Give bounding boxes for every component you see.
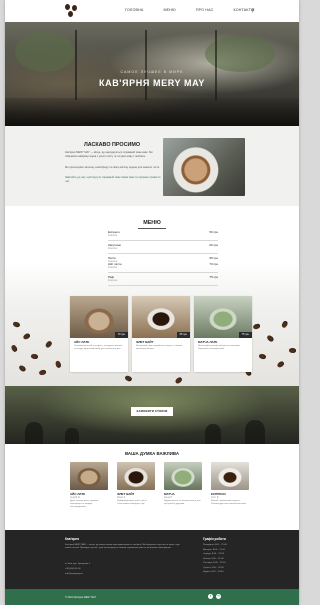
menu-item-sub: Класика bbox=[108, 234, 118, 237]
footer-hours-title: Графік роботи bbox=[203, 537, 226, 541]
card-price: 75 грн bbox=[238, 332, 252, 338]
card-title: МАТЧА ЛАТЕ bbox=[198, 340, 218, 344]
facebook-icon[interactable]: f bbox=[208, 594, 213, 599]
welcome-highlight: Завітайте до нас, щоб відчути справжній … bbox=[65, 176, 161, 183]
review-card: ЕСПРЕСО Олег В. Міцний і ароматний еспре… bbox=[211, 462, 249, 506]
footer-about-title: Кав'ярня bbox=[65, 537, 80, 541]
footer-about-text: Кав'ярня MERY MAY — місце, де кожна чашк… bbox=[65, 544, 180, 549]
review-author: Олег В. bbox=[211, 496, 220, 499]
card-price: 65 грн bbox=[176, 332, 190, 338]
review-title: ФЛЕТ ВАЙТ bbox=[117, 492, 135, 496]
menu-item-price: 65 грн bbox=[209, 256, 218, 260]
menu-item-sub: Класика bbox=[108, 279, 118, 282]
review-title: МАТЧА bbox=[164, 492, 175, 496]
footer: Кав'ярня Кав'ярня MERY MAY — місце, де к… bbox=[5, 530, 299, 589]
hours-row: Середа: 8:00 – 21:00 bbox=[203, 553, 225, 555]
review-card: МАТЧА Ірина П. Чудова матча та затишне м… bbox=[164, 462, 202, 506]
review-image bbox=[70, 462, 108, 490]
coffee-cup-image bbox=[163, 138, 245, 196]
instagram-icon[interactable]: ig bbox=[216, 594, 221, 599]
review-card: АЙС ЛАТЕ Андрій Ш. Дуже смачна кава, при… bbox=[70, 462, 108, 509]
top-nav: ГОЛОВНА МЕНЮ ПРО НАС КОНТАКТИ ⚲ bbox=[5, 0, 299, 22]
hours-row: П'ятниця: 8:00 – 22:00 bbox=[203, 562, 226, 564]
hours-row: Субота: 9:00 – 22:00 bbox=[203, 566, 224, 569]
menu-item-sub: Класика bbox=[108, 247, 118, 250]
card-title: АЙС ЛАТЕ bbox=[74, 340, 90, 344]
copyright: © 2024 Кав'ярня MERY MAY bbox=[65, 596, 97, 599]
footer-email[interactable]: info@merymay.ua bbox=[65, 573, 83, 575]
reviews-section: ВАША ДУМКА ВАЖЛИВА АЙС ЛАТЕ Андрій Ш. Ду… bbox=[5, 444, 299, 530]
review-author: Андрій Ш. bbox=[70, 496, 81, 499]
featured-card[interactable]: 65 грн ФЛЕТ ВАЙТ Насичений смак подвійно… bbox=[132, 296, 190, 372]
nav-link-home[interactable]: ГОЛОВНА bbox=[125, 8, 143, 12]
review-image bbox=[211, 462, 249, 490]
card-description: Освіжаючий напій з еспресо, холодного мо… bbox=[74, 345, 123, 350]
nav-link-menu[interactable]: МЕНЮ bbox=[163, 8, 175, 12]
footer-address: м. Київ, вул. Хрещатик, 1 bbox=[65, 563, 91, 565]
review-text: Чудова матча та затишне місце для зустрі… bbox=[164, 499, 201, 505]
review-title: ЕСПРЕСО bbox=[211, 492, 226, 496]
hero-title: КАВ'ЯРНЯ MERY MAY bbox=[99, 78, 205, 88]
reviews-title: ВАША ДУМКА ВАЖЛИВА bbox=[124, 451, 179, 456]
divider bbox=[138, 228, 166, 229]
review-text: Найкращий флет вайт у місті. Обов'язково… bbox=[117, 499, 148, 505]
menu-item: Айс латте Класика 70 грн bbox=[108, 262, 218, 273]
card-title: ФЛЕТ ВАЙТ bbox=[136, 340, 154, 344]
featured-card[interactable]: 70 грн АЙС ЛАТЕ Освіжаючий напій з еспре… bbox=[70, 296, 128, 372]
coffee-beans-logo-icon[interactable] bbox=[65, 4, 79, 18]
menu-title: МЕНЮ bbox=[143, 220, 161, 226]
review-text: Міцний і ароматний еспресо. Рекомендую в… bbox=[211, 499, 247, 505]
card-price: 70 грн bbox=[114, 332, 128, 338]
hero-banner: САМОЕ ЛУЧШЕЕ В МИРЕ КАВ'ЯРНЯ MERY MAY bbox=[5, 22, 299, 126]
hero-subtitle: САМОЕ ЛУЧШЕЕ В МИРЕ bbox=[120, 70, 184, 74]
review-title: АЙС ЛАТЕ bbox=[70, 492, 86, 496]
featured-card[interactable]: 75 грн МАТЧА ЛАТЕ Японський зелений чай … bbox=[194, 296, 252, 372]
review-image bbox=[117, 462, 155, 490]
review-text: Дуже смачна кава, приємна атмосфера та ш… bbox=[70, 499, 99, 508]
menu-item: Еспресо Класика 50 грн bbox=[108, 230, 218, 241]
menu-item-price: 50 грн bbox=[209, 230, 218, 234]
footer-bottom-bar: © 2024 Кав'ярня MERY MAY f ig bbox=[5, 589, 299, 605]
menu-item-price: 60 грн bbox=[209, 243, 218, 247]
card-description: Насичений смак подвійного еспресо з ніжн… bbox=[136, 345, 183, 350]
nav-links: ГОЛОВНА МЕНЮ ПРО НАС КОНТАКТИ bbox=[125, 8, 254, 12]
menu-item-price: 75 грн bbox=[209, 275, 218, 279]
card-description: Японський зелений чай матча з молоком. К… bbox=[198, 345, 241, 350]
footer-phone[interactable]: +38 (000) 00 00 bbox=[65, 568, 81, 570]
review-image bbox=[164, 462, 202, 490]
welcome-paragraph: Ми пропонуємо затишну атмосферу та свіжу… bbox=[65, 166, 160, 169]
page: ГОЛОВНА МЕНЮ ПРО НАС КОНТАКТИ ⚲ САМОЕ ЛУ… bbox=[5, 0, 299, 605]
hours-row: Понеділок: 8:00 – 21:00 bbox=[203, 544, 227, 546]
welcome-title: ЛАСКАВО ПРОСИМО bbox=[83, 142, 141, 148]
menu-item: Раф Класика 75 грн bbox=[108, 275, 218, 286]
review-author: Марія К. bbox=[117, 496, 126, 499]
featured-section: Айс латте Класика 70 грн Раф Класика 75 … bbox=[5, 262, 299, 386]
review-author: Ірина П. bbox=[164, 496, 173, 499]
nav-link-about[interactable]: ПРО НАС bbox=[196, 8, 214, 12]
menu-item: Капучино Класика 60 грн bbox=[108, 243, 218, 254]
book-table-button[interactable]: ЗАМОВИТИ СТОЛИК bbox=[131, 407, 173, 416]
menu-item-sub: Класика bbox=[108, 266, 118, 269]
hours-row: Вівторок: 8:00 – 21:00 bbox=[203, 548, 226, 551]
hours-row: Четвер: 8:00 – 21:00 bbox=[203, 557, 224, 560]
review-card: ФЛЕТ ВАЙТ Марія К. Найкращий флет вайт у… bbox=[117, 462, 155, 506]
welcome-paragraph: Кав'ярня MERY MAY — місце, де народжуєть… bbox=[65, 151, 153, 158]
welcome-section: ЛАСКАВО ПРОСИМО Кав'ярня MERY MAY — місц… bbox=[5, 126, 299, 206]
hours-row: Неділя: 9:00 – 20:00 bbox=[203, 571, 224, 573]
menu-item-price: 70 грн bbox=[209, 262, 218, 266]
reservation-banner: ЗАМОВИТИ СТОЛИК bbox=[5, 386, 299, 444]
search-icon[interactable]: ⚲ bbox=[251, 8, 255, 14]
